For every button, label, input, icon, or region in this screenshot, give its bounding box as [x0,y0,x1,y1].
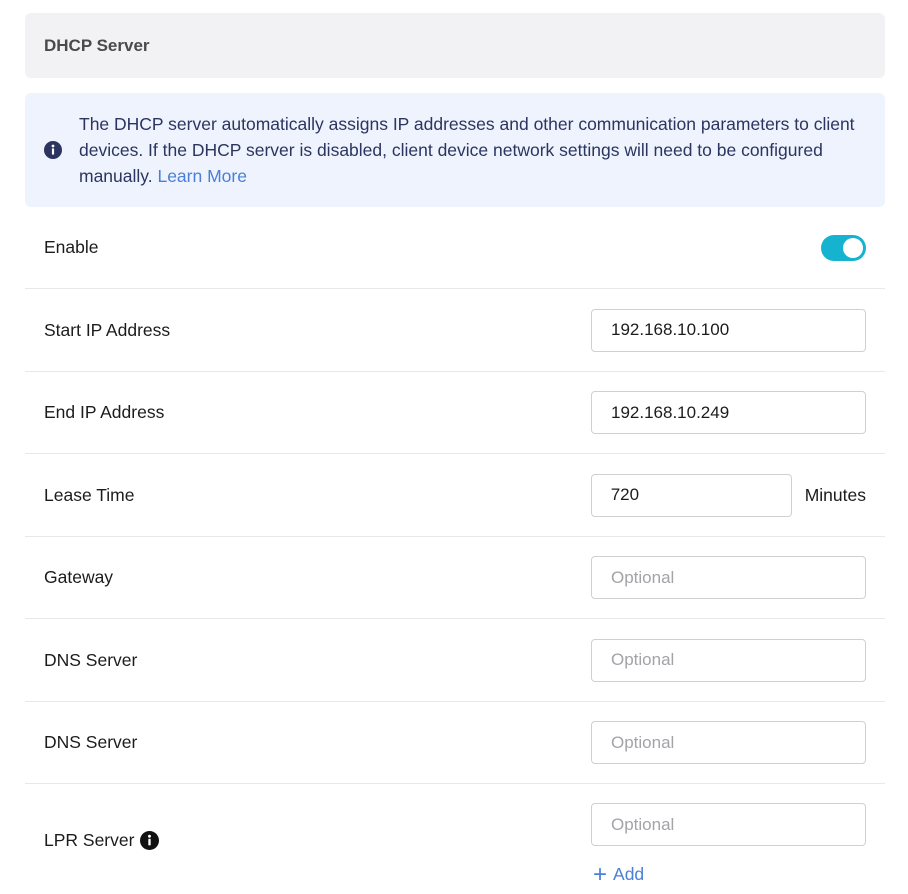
end-ip-input[interactable] [591,391,866,434]
dns-server-row-1: DNS Server [25,619,885,702]
lpr-server-row: LPR Server + Add [25,784,885,893]
info-banner-text: The DHCP server automatically assigns IP… [79,111,859,189]
lpr-server-input[interactable] [591,803,866,846]
dns-server-input-1[interactable] [591,638,866,682]
lease-time-label: Lease Time [44,484,135,505]
section-header: DHCP Server [25,13,885,78]
section-title: DHCP Server [44,35,150,55]
dhcp-server-page: DHCP Server The DHCP server automaticall… [0,0,908,894]
dns-server-label-1: DNS Server [44,649,138,670]
start-ip-input[interactable] [591,308,866,352]
end-ip-row: End IP Address [25,372,885,454]
lpr-server-controls: + Add [591,803,866,888]
dns-server-row-2: DNS Server [25,702,885,784]
add-lpr-server-button[interactable]: + Add [593,860,645,888]
gateway-input[interactable] [591,556,866,599]
lease-time-input[interactable] [590,473,792,517]
lpr-server-label: LPR Server [44,830,135,850]
enable-toggle[interactable] [821,234,866,261]
learn-more-link[interactable]: Learn More [157,166,247,186]
lpr-server-label-group: LPR Server [44,830,160,851]
add-label: Add [613,864,645,884]
lease-time-row: Lease Time Minutes [25,454,885,537]
end-ip-label: End IP Address [44,402,165,422]
info-circle-icon[interactable] [140,831,160,850]
lease-time-group: Minutes [590,473,866,517]
toggle-knob [843,237,863,258]
enable-row: Enable [25,207,885,289]
start-ip-row: Start IP Address [25,289,885,372]
start-ip-label: Start IP Address [44,319,171,340]
lease-time-unit: Minutes [804,484,866,505]
info-banner: The DHCP server automatically assigns IP… [25,93,885,207]
dns-server-input-2[interactable] [591,721,866,764]
plus-icon: + [593,860,608,888]
gateway-row: Gateway [25,537,885,619]
gateway-label: Gateway [44,567,114,587]
dns-server-label-2: DNS Server [44,732,138,752]
enable-label: Enable [44,237,99,257]
info-circle-icon [44,141,62,159]
